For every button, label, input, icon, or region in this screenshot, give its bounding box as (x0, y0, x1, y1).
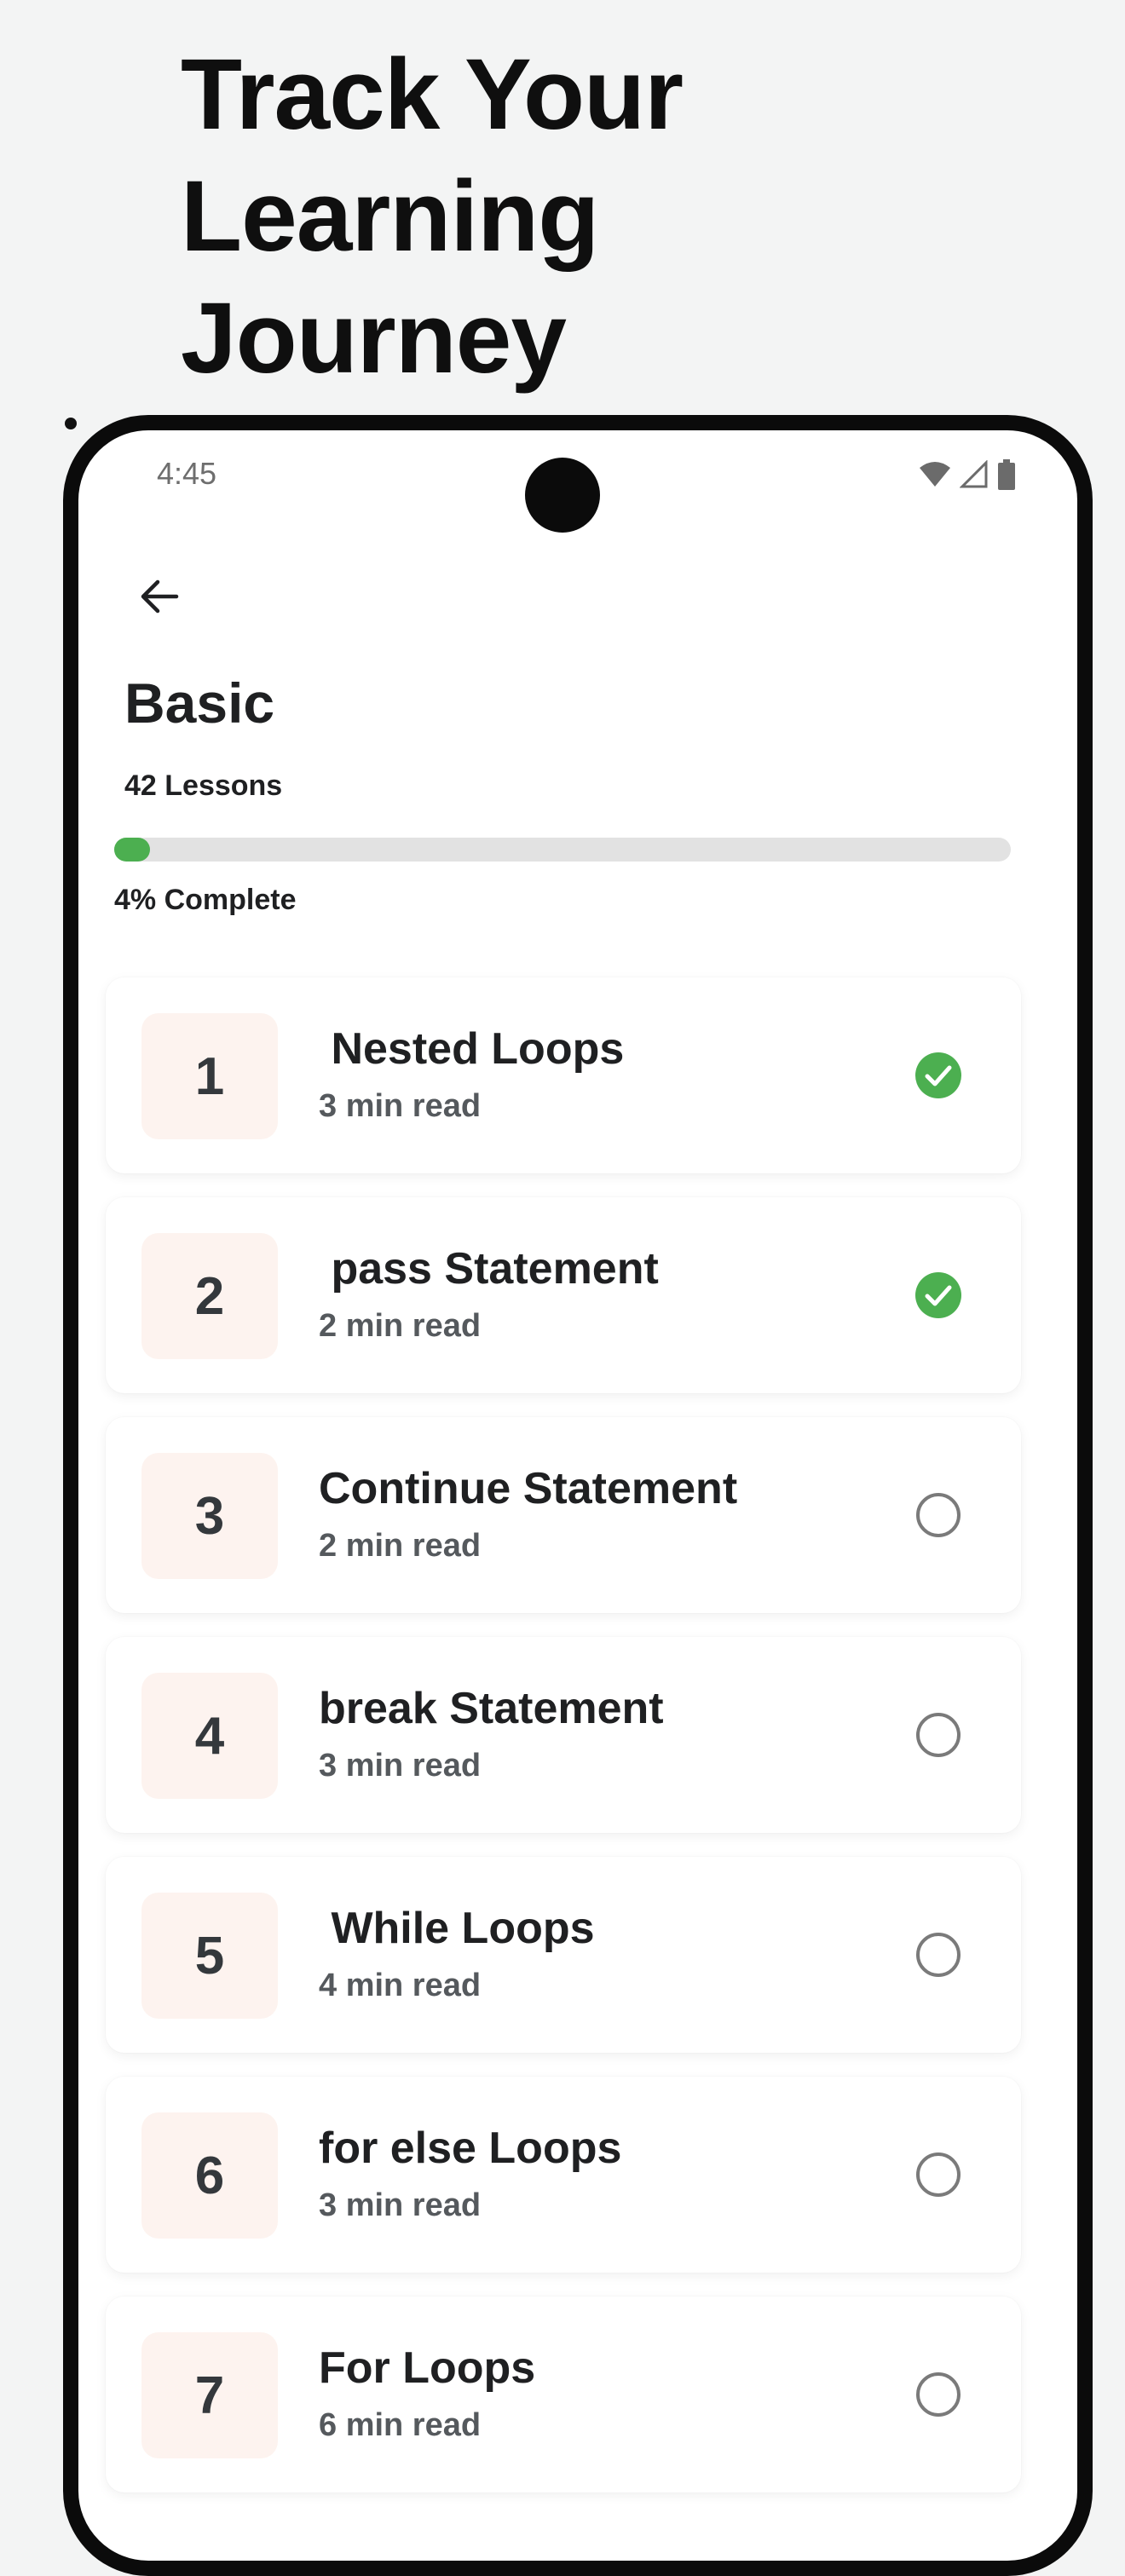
lesson-number: 4 (141, 1673, 278, 1799)
camera-cutout (525, 458, 600, 533)
lesson-duration: 3 min read (319, 1088, 482, 1124)
headline-line: Track Your (181, 38, 684, 151)
lesson-list: 1 Nested Loops 3 min read 2 pass Statement… (106, 977, 1021, 2516)
lesson-title: Continue Statement (319, 1464, 738, 1513)
lesson-title: For Loops (319, 2343, 536, 2393)
phone-frame: 4:45 Basic 42 Lessons 4% Complete 1 Nest… (63, 415, 1093, 2576)
headline-line: Journey (181, 282, 567, 395)
lesson-card[interactable]: 5 While Loops 4 min read (106, 1857, 1021, 2053)
lesson-number: 1 (141, 1013, 278, 1139)
course-title: Basic (124, 671, 275, 735)
check-circle-icon[interactable] (914, 1271, 963, 1320)
lesson-card[interactable]: 1 Nested Loops 3 min read (106, 977, 1021, 1173)
status-time: 4:45 (157, 456, 217, 491)
progress-bar (114, 838, 1011, 862)
lesson-duration: 3 min read (319, 1748, 482, 1784)
lessons-count: 42 Lessons (124, 769, 283, 802)
lesson-duration: 2 min read (319, 1308, 482, 1344)
lesson-card[interactable]: 6 for else Loops 3 min read (106, 2077, 1021, 2273)
lesson-number: 5 (141, 1893, 278, 2019)
empty-circle-icon[interactable] (914, 2370, 963, 2419)
signal-icon (960, 460, 988, 488)
wifi-icon (920, 462, 950, 487)
lesson-duration: 3 min read (319, 2187, 482, 2223)
back-button[interactable] (121, 558, 198, 635)
lesson-duration: 2 min read (319, 1528, 482, 1564)
lesson-title: pass Statement (319, 1244, 659, 1294)
decorative-dot (65, 418, 77, 429)
progress-fill (114, 838, 151, 862)
progress-label: 4% Complete (114, 884, 297, 916)
lesson-number: 6 (141, 2112, 278, 2239)
lesson-title: for else Loops (319, 2124, 622, 2173)
marketing-headline: Track Your Learning Journey (181, 34, 948, 400)
arrow-left-icon (141, 579, 179, 614)
lesson-title: While Loops (319, 1904, 595, 1953)
check-circle-icon[interactable] (914, 1051, 963, 1100)
battery-icon (998, 459, 1015, 490)
empty-circle-icon[interactable] (914, 1710, 963, 1760)
empty-circle-icon[interactable] (914, 1930, 963, 1980)
lesson-title: Nested Loops (319, 1024, 625, 1074)
lesson-card[interactable]: 4 break Statement 3 min read (106, 1637, 1021, 1833)
lesson-card[interactable]: 3 Continue Statement 2 min read (106, 1417, 1021, 1613)
lesson-number: 7 (141, 2332, 278, 2458)
lesson-duration: 4 min read (319, 1968, 482, 2003)
lesson-card[interactable]: 2 pass Statement 2 min read (106, 1197, 1021, 1393)
lesson-title: break Statement (319, 1684, 664, 1733)
lesson-card[interactable]: 7 For Loops 6 min read (106, 2297, 1021, 2492)
empty-circle-icon[interactable] (914, 2150, 963, 2199)
headline-line: Learning (181, 160, 599, 273)
lesson-number: 2 (141, 1233, 278, 1359)
lesson-duration: 6 min read (319, 2407, 482, 2443)
status-icons (919, 459, 1016, 490)
lesson-number: 3 (141, 1453, 278, 1579)
empty-circle-icon[interactable] (914, 1490, 963, 1540)
